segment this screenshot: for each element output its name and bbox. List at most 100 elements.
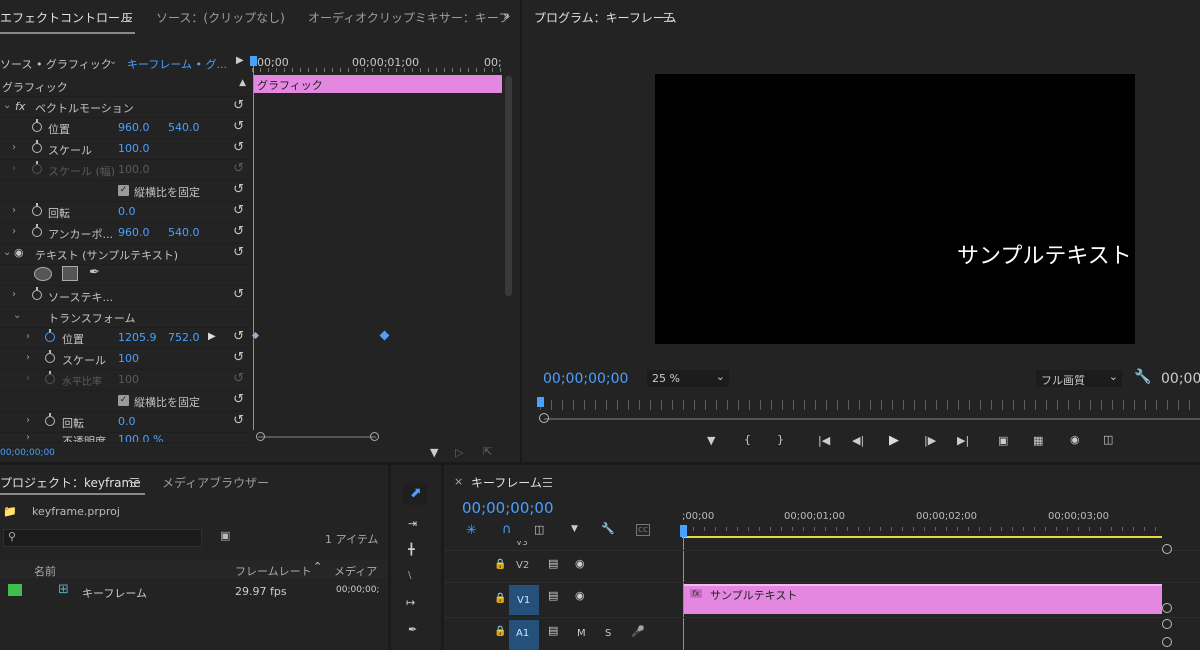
track-v1-label[interactable]: V1: [517, 595, 530, 606]
reset-icon[interactable]: ↺: [233, 329, 244, 344]
chevron-right-icon[interactable]: ›: [12, 205, 16, 216]
expand-chevron-icon[interactable]: ⌄: [13, 310, 21, 321]
position-y-value[interactable]: 540.0: [168, 121, 200, 134]
track-a1-label[interactable]: A1: [516, 628, 529, 639]
position-x-value[interactable]: 960.0: [118, 121, 150, 134]
col-media[interactable]: メディア: [334, 563, 377, 579]
tab-audio-clip-mixer[interactable]: オーディオクリップミキサー：キーフ: [308, 9, 510, 26]
stopwatch-icon[interactable]: [45, 350, 55, 363]
add-marker-icon[interactable]: ▼: [707, 434, 715, 447]
zoom-handle-left[interactable]: [539, 413, 549, 423]
scroll-handle-top[interactable]: [1162, 544, 1172, 554]
reset-icon[interactable]: ↺: [233, 182, 244, 197]
ec-scrollbar[interactable]: [505, 76, 512, 296]
mute-button[interactable]: M: [577, 628, 586, 639]
more-tabs-icon[interactable]: »: [503, 9, 510, 23]
reset-icon[interactable]: ↺: [233, 119, 244, 134]
go-to-out-icon[interactable]: ▶|: [957, 434, 969, 447]
program-ruler[interactable]: [540, 400, 1200, 410]
uniform-scale-checkbox[interactable]: ✓: [118, 185, 129, 196]
timeline-title[interactable]: キーフレーム: [471, 474, 542, 491]
chevron-right-icon[interactable]: ›: [12, 289, 16, 300]
stopwatch-icon[interactable]: [32, 140, 42, 153]
step-back-icon[interactable]: ◀|: [852, 434, 864, 447]
scroll-handle-bottom[interactable]: [1162, 619, 1172, 629]
anchor-x-value[interactable]: 960.0: [118, 226, 150, 239]
solo-button[interactable]: S: [605, 628, 611, 639]
toggle-sync-icon[interactable]: ▤: [548, 589, 558, 602]
chevron-down-icon[interactable]: ⌄: [109, 56, 117, 67]
reset-icon[interactable]: ↺: [233, 392, 244, 407]
play-icon[interactable]: ▶: [889, 433, 899, 448]
program-title[interactable]: プログラム：キーフレーム: [534, 9, 677, 26]
go-to-in-icon[interactable]: |◀: [818, 434, 830, 447]
quality-select[interactable]: フル画質 ⌄: [1036, 370, 1122, 387]
track-lane-v2[interactable]: [682, 550, 1200, 581]
anchor-y-value[interactable]: 540.0: [168, 226, 200, 239]
extract-icon[interactable]: ▦: [1033, 434, 1043, 447]
track-select-icon[interactable]: ⇥: [408, 517, 417, 530]
program-playhead[interactable]: [537, 397, 544, 407]
panel-menu-icon[interactable]: [664, 13, 673, 22]
ec-bottom-timecode[interactable]: 00;00;00;00: [0, 448, 55, 458]
eye-icon[interactable]: ◉: [575, 557, 585, 570]
rotation-value[interactable]: 0.0: [118, 205, 136, 218]
linked-selection-icon[interactable]: ◫: [534, 523, 544, 536]
eye-icon[interactable]: ◉: [14, 246, 24, 259]
stopwatch-active-icon[interactable]: [45, 329, 55, 342]
scale-value[interactable]: 100.0: [118, 142, 150, 155]
panel-menu-icon[interactable]: [130, 478, 139, 487]
timeline-clip[interactable]: fx サンプルテキスト: [684, 584, 1162, 614]
expand-chevron-icon[interactable]: ⌄: [3, 247, 11, 258]
reset-icon[interactable]: ↺: [233, 413, 244, 428]
timeline-timecode[interactable]: 00;00;00;00: [462, 499, 554, 517]
keyframe-diamond[interactable]: [379, 330, 390, 341]
new-bin-icon[interactable]: ▣: [220, 529, 230, 542]
program-video-frame[interactable]: サンプルテキスト: [655, 74, 1135, 344]
chevron-right-icon[interactable]: ›: [26, 415, 30, 426]
reset-icon[interactable]: ↺: [233, 203, 244, 218]
t-position-x-value[interactable]: 1205.9: [118, 331, 157, 344]
t-uniform-checkbox[interactable]: ✓: [118, 395, 129, 406]
stopwatch-icon[interactable]: [32, 119, 42, 132]
snap-magnet-icon[interactable]: ∩: [502, 522, 512, 537]
tab-media-browser[interactable]: メディアブラウザー: [162, 474, 269, 491]
scroll-handle-mid[interactable]: [1162, 603, 1172, 613]
captions-icon[interactable]: cc: [636, 524, 650, 536]
tab-effect-controls[interactable]: エフェクトコントロール: [0, 9, 132, 26]
comparison-view-icon[interactable]: ◫: [1103, 433, 1113, 446]
clip-label[interactable]: キーフレーム • グ...: [127, 56, 227, 72]
col-framerate[interactable]: フレームレート: [235, 563, 312, 579]
scroll-handle-a1[interactable]: [1162, 637, 1172, 647]
toggle-sync-icon[interactable]: ▤: [548, 557, 558, 570]
lock-icon[interactable]: 🔒: [494, 626, 506, 637]
filter-icon[interactable]: ▼: [430, 446, 438, 459]
opacity-value[interactable]: 100.0 %: [118, 433, 163, 442]
lock-icon[interactable]: 🔒: [494, 593, 506, 604]
mark-in-icon[interactable]: {: [744, 433, 751, 446]
sort-arrow-icon[interactable]: ⌃: [313, 560, 322, 573]
ec-playhead[interactable]: [253, 58, 254, 430]
reset-icon[interactable]: ↺: [233, 350, 244, 365]
chevron-right-icon[interactable]: ›: [26, 352, 30, 363]
mark-out-icon[interactable]: }: [777, 433, 784, 446]
work-area-bar[interactable]: [682, 536, 1162, 538]
camera-icon[interactable]: ◉: [1070, 433, 1080, 446]
stopwatch-icon[interactable]: [45, 413, 55, 426]
play-audio-icon[interactable]: ▷: [455, 446, 463, 459]
stopwatch-icon[interactable]: [32, 287, 42, 300]
search-input[interactable]: ⚲: [3, 529, 202, 547]
slip-icon[interactable]: ↦: [406, 596, 415, 609]
close-icon[interactable]: ×: [454, 475, 463, 488]
ec-zoom-scroll[interactable]: [258, 436, 376, 438]
wrench-icon[interactable]: 🔧: [1134, 369, 1151, 385]
selection-tool[interactable]: ⬈: [403, 483, 427, 505]
keyframe-nav-icon[interactable]: ▶: [208, 331, 216, 342]
panel-menu-icon[interactable]: [543, 478, 552, 487]
rectangle-mask-icon[interactable]: [62, 266, 78, 281]
stopwatch-icon[interactable]: [32, 224, 42, 237]
lift-icon[interactable]: ▣: [998, 434, 1008, 447]
collapse-arrow-icon[interactable]: ▲: [239, 78, 246, 88]
program-zoom-bar[interactable]: [544, 418, 1200, 420]
track-v2-label[interactable]: V2: [516, 560, 529, 571]
